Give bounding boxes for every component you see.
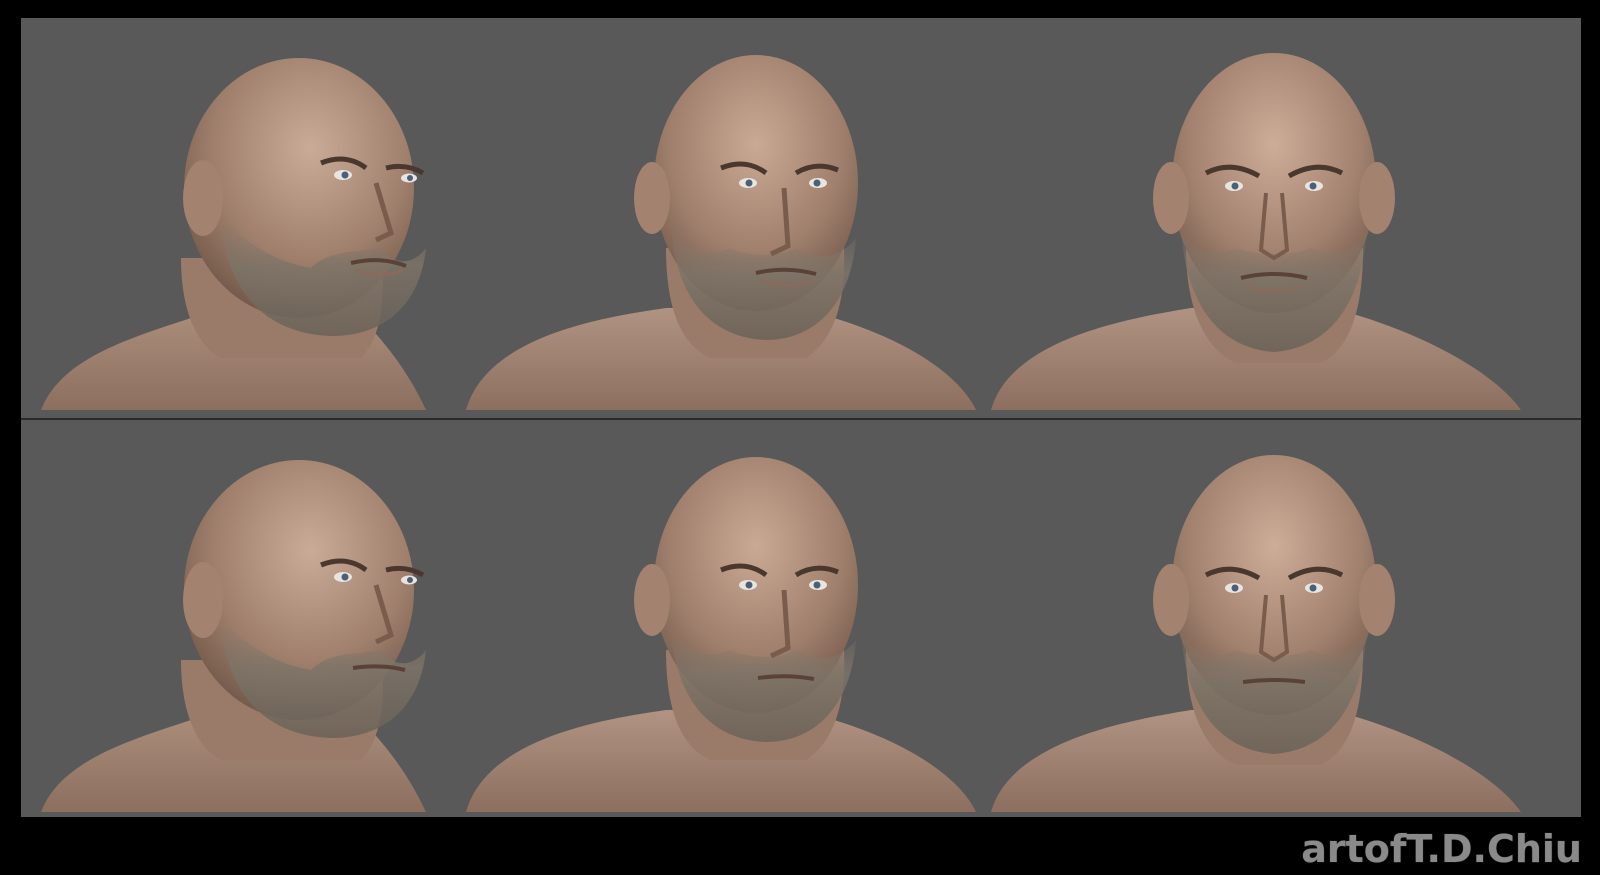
turnaround-sheet: artofT.D.Chiu <box>0 0 1600 875</box>
artist-watermark: artofT.D.Chiu <box>1301 827 1582 871</box>
top-row-panel <box>21 18 1581 418</box>
head-render-bottom-right <box>991 420 1531 817</box>
head-render-bottom-left <box>31 420 451 817</box>
head-render-top-left <box>31 18 451 418</box>
head-render-bottom-middle <box>466 420 976 817</box>
head-render-top-middle <box>466 18 976 418</box>
head-render-top-right <box>991 18 1531 418</box>
bottom-row-panel <box>21 420 1581 817</box>
